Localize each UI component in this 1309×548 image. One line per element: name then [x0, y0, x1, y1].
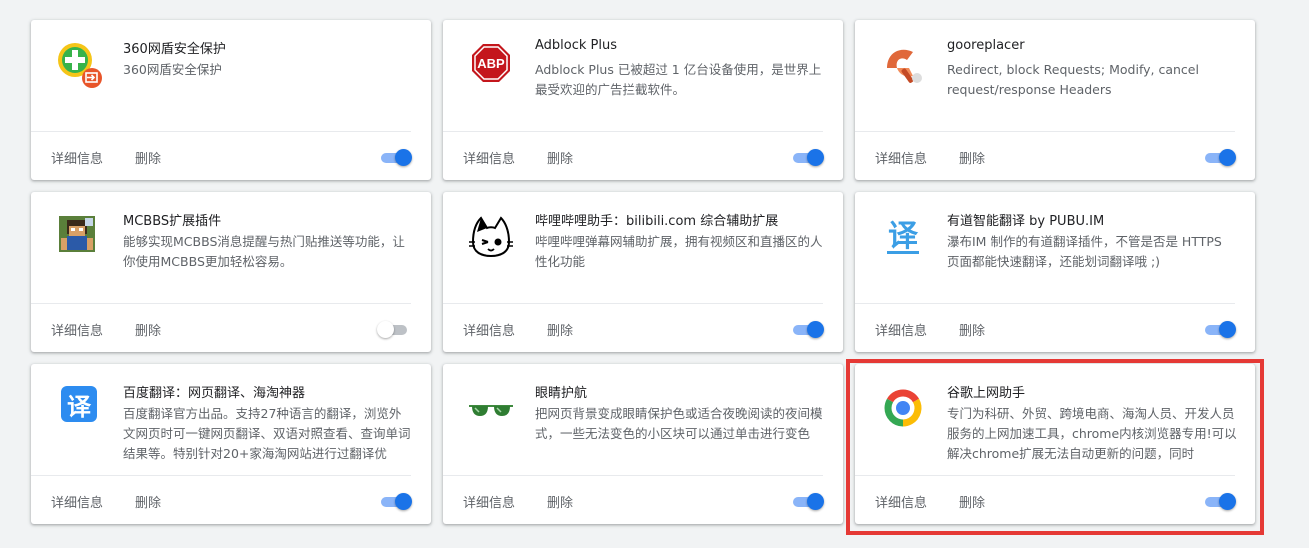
extension-card-mcbbs: MCBBS扩展插件 能够实现MCBBS消息提醒与热门贴推送等功能，让你使用MCB… — [31, 192, 431, 352]
sunglasses-icon — [467, 384, 515, 432]
extension-description: 把网页背景变成眼睛保护色或适合夜晚阅读的夜间模式，一些无法变色的小区块可以通过单… — [535, 406, 823, 441]
divider — [443, 303, 823, 304]
extension-name: gooreplacer — [947, 38, 1025, 53]
svg-text:译: 译 — [67, 393, 92, 421]
svg-text:ABP: ABP — [477, 56, 505, 71]
details-button[interactable]: 详细信息 — [463, 320, 515, 339]
baidu-translate-icon: 译 — [55, 384, 103, 432]
extension-description: 瀑布IM 制作的有道翻译插件，不管是否是 HTTPS 页面都能快速翻译，还能划词… — [947, 234, 1222, 269]
remove-button[interactable]: 删除 — [135, 492, 161, 511]
extension-name: 眼睛护航 — [535, 386, 588, 401]
enable-toggle[interactable] — [1203, 321, 1236, 338]
enable-toggle[interactable] — [791, 493, 824, 510]
extension-description: 360网盾安全保护 — [123, 62, 222, 77]
enable-toggle[interactable] — [379, 149, 412, 166]
extension-card-360: 360网盾安全保护 360网盾安全保护 详细信息 删除 — [31, 20, 431, 180]
extension-card-gooreplacer: gooreplacer Redirect, block Requests; Mo… — [855, 20, 1255, 180]
extension-description: 百度翻译官方出品。支持27种语言的翻译，浏览外文网页时可一键网页翻译、双语对照查… — [123, 406, 411, 461]
enable-toggle[interactable] — [1203, 149, 1236, 166]
divider — [443, 475, 823, 476]
remove-button[interactable]: 删除 — [959, 320, 985, 339]
enable-toggle[interactable] — [379, 493, 412, 510]
remove-button[interactable]: 删除 — [547, 492, 573, 511]
extension-description: Adblock Plus 已被超过 1 亿台设备使用，是世界上最受欢迎的广告拦截… — [535, 62, 822, 97]
extension-name: Adblock Plus — [535, 38, 618, 53]
remove-button[interactable]: 删除 — [959, 492, 985, 511]
enable-toggle[interactable] — [791, 149, 824, 166]
extension-card-google-helper: 谷歌上网助手 专门为科研、外贸、跨境电商、海淘人员、开发人员服务的上网加速工具，… — [855, 364, 1255, 524]
remove-button[interactable]: 删除 — [547, 148, 573, 167]
remove-button[interactable]: 删除 — [135, 320, 161, 339]
divider — [855, 303, 1235, 304]
svg-text:译: 译 — [888, 219, 919, 254]
divider — [855, 131, 1235, 132]
mcbbs-icon — [55, 212, 103, 260]
divider — [31, 475, 411, 476]
details-button[interactable]: 详细信息 — [875, 492, 927, 511]
extension-name: 360网盾安全保护 — [123, 42, 226, 57]
divider — [31, 131, 411, 132]
enable-toggle[interactable] — [1203, 493, 1236, 510]
divider — [855, 475, 1235, 476]
extension-description: 专门为科研、外贸、跨境电商、海淘人员、开发人员服务的上网加速工具，chrome内… — [947, 406, 1237, 461]
divider — [443, 131, 823, 132]
details-button[interactable]: 详细信息 — [463, 492, 515, 511]
divider — [31, 303, 411, 304]
remove-button[interactable]: 删除 — [135, 148, 161, 167]
youdao-translate-icon: 译 — [879, 212, 927, 260]
extension-card-adblock-plus: ABP Adblock Plus Adblock Plus 已被超过 1 亿台设… — [443, 20, 843, 180]
extension-card-baidu-translate: 译 百度翻译：网页翻译、海淘神器 百度翻译官方出品。支持27种语言的翻译，浏览外… — [31, 364, 431, 524]
extension-description: 哔哩哔哩弹幕网辅助扩展，拥有视频区和直播区的人性化功能 — [535, 234, 823, 269]
extension-card-youdao-translate: 译 有道智能翻译 by PUBU.IM 瀑布IM 制作的有道翻译插件，不管是否是… — [855, 192, 1255, 352]
details-button[interactable]: 详细信息 — [51, 148, 103, 167]
details-button[interactable]: 详细信息 — [463, 148, 515, 167]
360-shield-icon — [55, 40, 103, 88]
details-button[interactable]: 详细信息 — [875, 148, 927, 167]
extension-name: MCBBS扩展插件 — [123, 214, 222, 229]
gooreplacer-icon — [879, 40, 927, 88]
bilibili-cat-icon — [467, 212, 515, 260]
google-helper-icon — [879, 384, 927, 432]
remove-button[interactable]: 删除 — [959, 148, 985, 167]
extension-name: 谷歌上网助手 — [947, 386, 1026, 401]
extension-description: 能够实现MCBBS消息提醒与热门贴推送等功能，让你使用MCBBS更加轻松容易。 — [123, 234, 405, 269]
details-button[interactable]: 详细信息 — [51, 492, 103, 511]
remove-button[interactable]: 删除 — [547, 320, 573, 339]
extension-description: Redirect, block Requests; Modify, cancel… — [947, 62, 1199, 97]
abp-icon: ABP — [467, 40, 515, 88]
extension-name: 有道智能翻译 by PUBU.IM — [947, 214, 1105, 229]
extension-name: 哔哩哔哩助手：bilibili.com 综合辅助扩展 — [535, 214, 779, 229]
extension-name: 百度翻译：网页翻译、海淘神器 — [123, 386, 306, 401]
details-button[interactable]: 详细信息 — [875, 320, 927, 339]
extension-card-eye-care: 眼睛护航 把网页背景变成眼睛保护色或适合夜晚阅读的夜间模式，一些无法变色的小区块… — [443, 364, 843, 524]
details-button[interactable]: 详细信息 — [51, 320, 103, 339]
enable-toggle[interactable] — [791, 321, 824, 338]
extension-card-bilibili-helper: 哔哩哔哩助手：bilibili.com 综合辅助扩展 哔哩哔哩弹幕网辅助扩展，拥… — [443, 192, 843, 352]
enable-toggle[interactable] — [377, 321, 411, 338]
